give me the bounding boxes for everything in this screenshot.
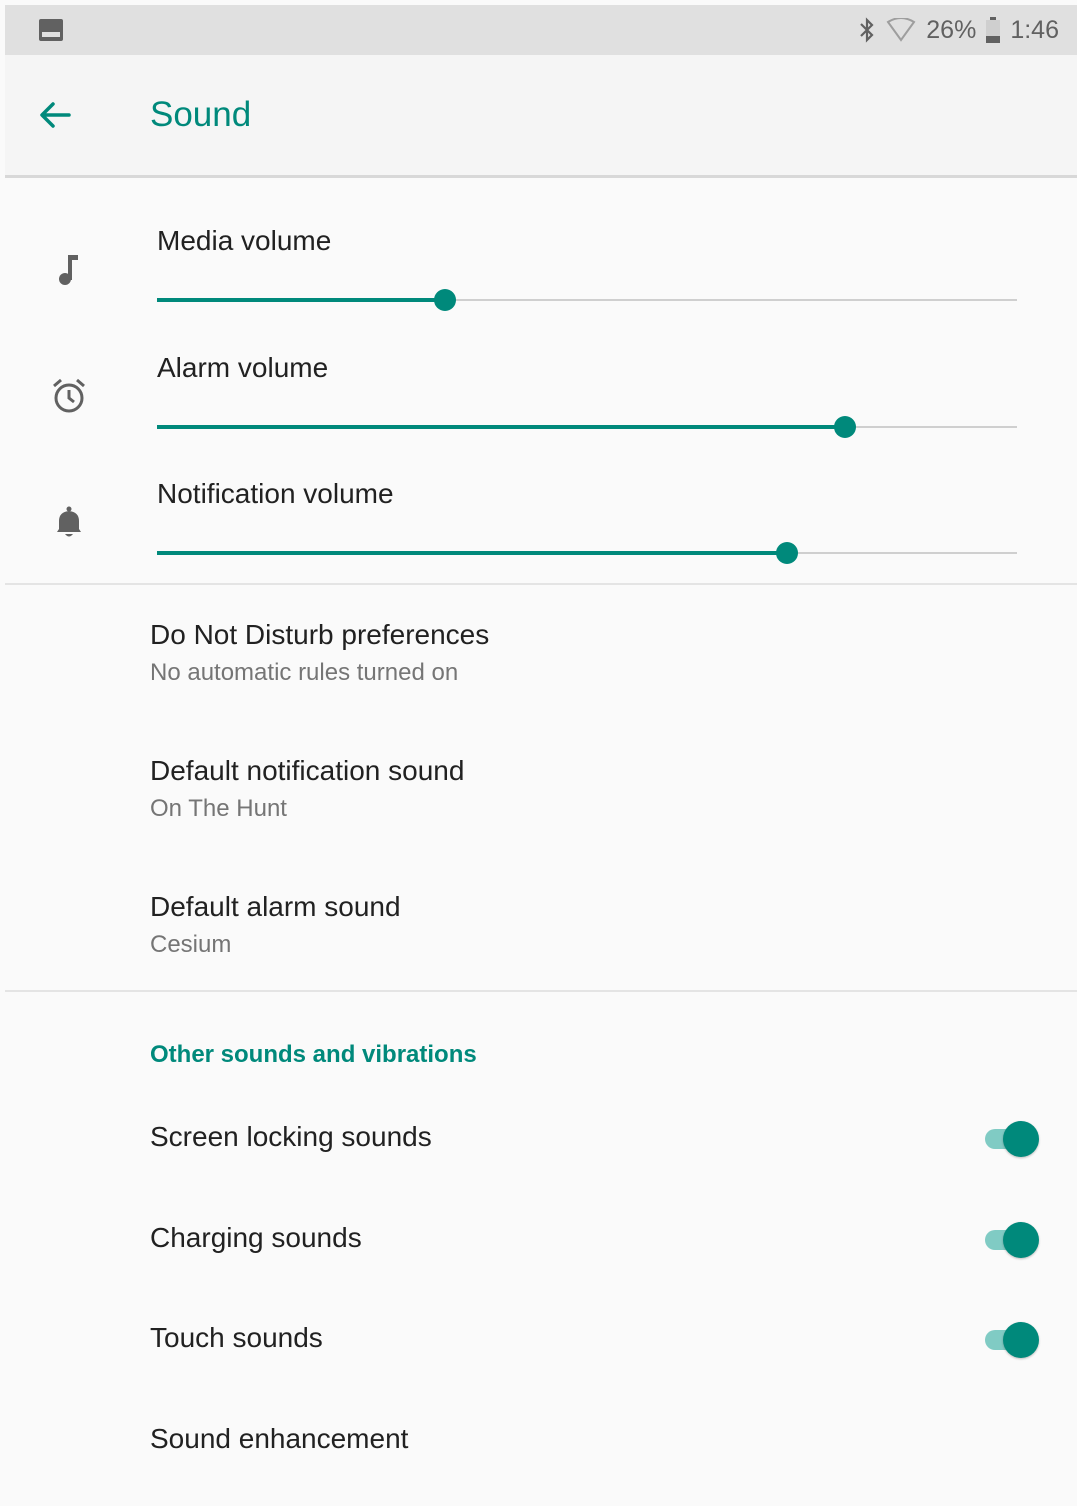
touch-sounds-switch[interactable]	[983, 1322, 1039, 1358]
divider	[5, 990, 1077, 992]
battery-icon	[986, 17, 1001, 43]
alarm-volume-row: Alarm volume	[5, 352, 1077, 478]
dnd-preferences-summary: No automatic rules turned on	[150, 659, 459, 686]
slider-thumb[interactable]	[434, 289, 457, 311]
charging-sounds-label: Charging sounds	[150, 1222, 362, 1253]
dnd-preferences-title: Do Not Disturb preferences	[150, 619, 490, 650]
charging-sounds-row[interactable]: Charging sounds	[5, 1198, 1077, 1278]
divider	[5, 583, 1077, 585]
default-notification-sound-item[interactable]: Default notification sound On The Hunt	[5, 755, 1077, 835]
screen-locking-sounds-label: Screen locking sounds	[150, 1121, 432, 1152]
default-alarm-sound-item[interactable]: Default alarm sound Cesium	[5, 891, 1077, 971]
settings-screen: 26% 1:46 Sound Media volume Alarm volume…	[5, 5, 1077, 1506]
charging-sounds-switch[interactable]	[983, 1222, 1039, 1258]
sound-enhancement-item[interactable]: Sound enhancement	[5, 1399, 1077, 1479]
notification-volume-slider[interactable]	[157, 540, 1017, 566]
notification-volume-label: Notification volume	[157, 478, 394, 509]
gallery-notification-icon	[39, 19, 63, 41]
clock: 1:46	[1010, 15, 1059, 44]
default-notification-sound-title: Default notification sound	[150, 755, 465, 786]
dnd-preferences-item[interactable]: Do Not Disturb preferences No automatic …	[5, 619, 1077, 699]
switch-thumb	[1003, 1222, 1039, 1258]
bell-icon	[57, 506, 81, 537]
alarm-volume-label: Alarm volume	[157, 352, 329, 383]
slider-thumb[interactable]	[834, 416, 856, 438]
screen-locking-sounds-row[interactable]: Screen locking sounds	[5, 1097, 1077, 1177]
default-alarm-sound-title: Default alarm sound	[150, 891, 401, 922]
touch-sounds-row[interactable]: Touch sounds	[5, 1298, 1077, 1378]
music-note-icon	[59, 255, 78, 285]
alarm-volume-slider[interactable]	[157, 414, 1017, 440]
media-volume-slider[interactable]	[157, 287, 1017, 313]
sound-enhancement-label: Sound enhancement	[150, 1423, 409, 1454]
switch-thumb	[1003, 1322, 1039, 1358]
slider-thumb[interactable]	[775, 542, 798, 564]
back-arrow-icon[interactable]	[35, 95, 75, 135]
slider-fill	[157, 551, 787, 555]
slider-fill	[157, 425, 845, 429]
media-volume-label: Media volume	[157, 225, 332, 256]
screen-locking-sounds-switch[interactable]	[983, 1121, 1039, 1157]
notification-volume-row: Notification volume	[5, 478, 1077, 604]
media-volume-row: Media volume	[5, 225, 1077, 351]
touch-sounds-label: Touch sounds	[150, 1322, 323, 1353]
status-bar: 26% 1:46	[5, 5, 1077, 55]
page-title: Sound	[150, 95, 252, 134]
battery-percent: 26%	[926, 15, 977, 44]
default-alarm-sound-summary: Cesium	[150, 931, 232, 958]
slider-fill	[157, 298, 446, 302]
alarm-clock-icon	[53, 378, 85, 413]
bluetooth-icon	[860, 17, 874, 43]
wifi-icon	[886, 18, 916, 42]
default-notification-sound-summary: On The Hunt	[150, 795, 287, 822]
switch-thumb	[1003, 1121, 1039, 1157]
other-sounds-section-header: Other sounds and vibrations	[150, 1041, 477, 1068]
app-bar: Sound	[5, 55, 1077, 178]
